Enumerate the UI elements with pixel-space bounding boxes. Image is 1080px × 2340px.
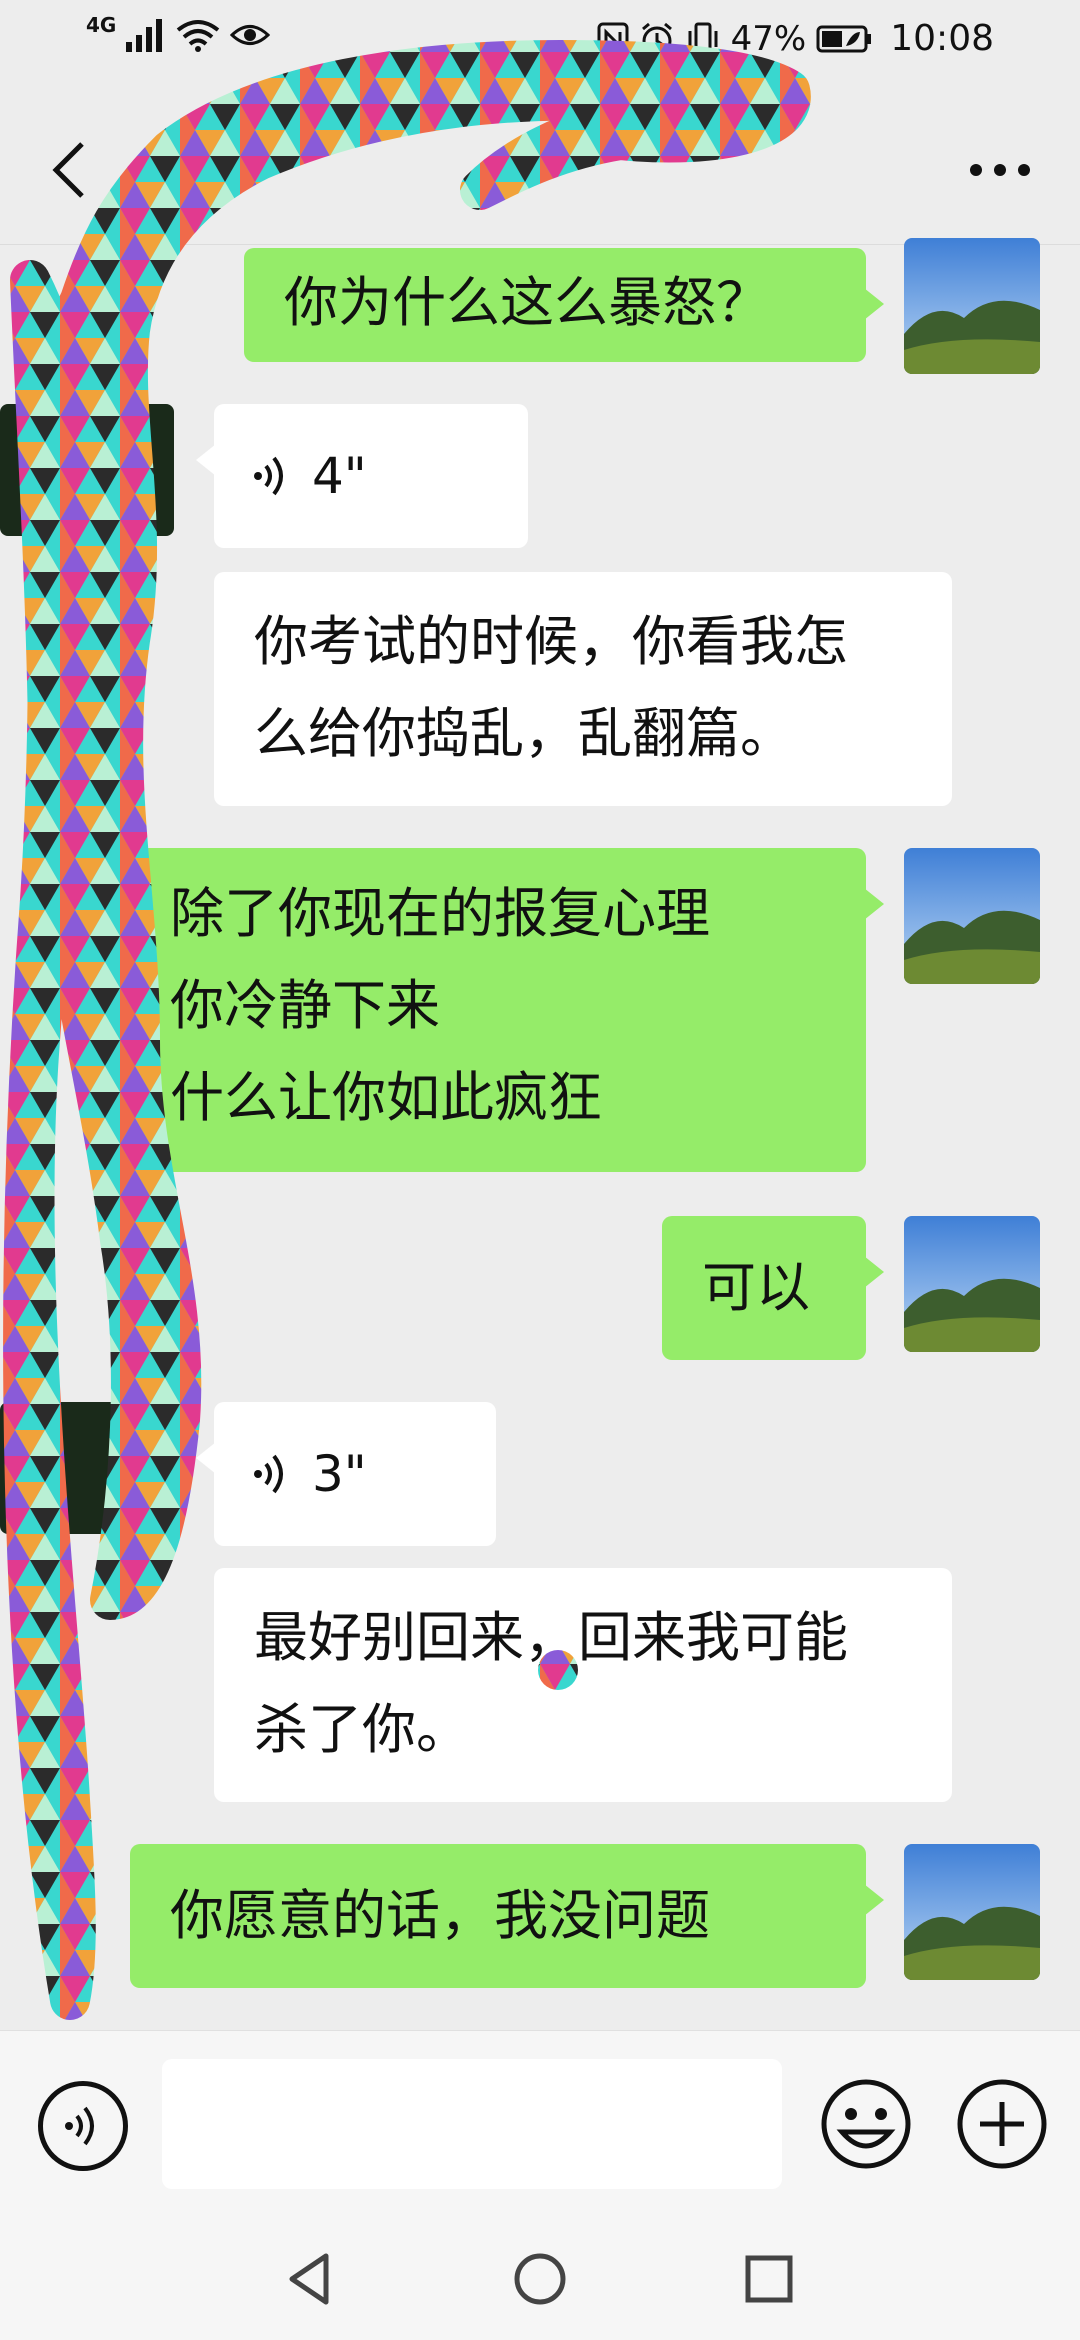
battery-icon [816, 25, 872, 52]
avatar-self[interactable] [904, 1844, 1040, 1980]
nav-recents-button[interactable] [734, 2244, 804, 2314]
status-left: 4G [86, 13, 271, 52]
signal-icon [126, 19, 163, 52]
battery-percent: 47% [730, 18, 807, 59]
vibrate-icon [688, 22, 718, 55]
message-text: 你愿意的话，我没问题 [170, 1884, 710, 1947]
message-line: 什么让你如此疯狂 [170, 1066, 602, 1129]
message-bubble-sent[interactable]: 除了你现在的报复心理 你冷静下来 什么让你如此疯狂 [130, 848, 884, 1172]
triangle-back-icon [289, 2253, 329, 2305]
system-nav-bar [0, 2220, 1080, 2340]
back-button[interactable] [38, 130, 98, 210]
plus-icon [957, 2079, 1047, 2169]
emoji-button[interactable] [818, 2076, 914, 2172]
voice-duration: 3" [312, 1445, 367, 1503]
avatar-self[interactable] [904, 848, 1040, 984]
message-bubble-sent[interactable]: 你为什么这么暴怒？ [244, 248, 884, 362]
message-input[interactable] [162, 2059, 782, 2189]
message-text: 可以 [702, 1256, 810, 1319]
message-line: 除了你现在的报复心理 [170, 882, 710, 945]
nfc-icon [597, 22, 629, 55]
nav-home-button[interactable] [505, 2244, 575, 2314]
more-button[interactable] [960, 140, 1040, 200]
voice-wave-icon [254, 1454, 283, 1494]
message-line: 杀了你。 [254, 1698, 470, 1761]
message-line: 么给你捣乱，乱翻篇。 [254, 702, 794, 765]
message-line: 你冷静下来 [170, 974, 440, 1037]
eye-icon [230, 25, 271, 45]
voice-message: 4" [254, 404, 488, 548]
avatar-self[interactable] [904, 238, 1040, 374]
message-bubble-received[interactable]: 最好别回来，回来我可能 杀了你。 [214, 1568, 952, 1802]
message-bubble-sent[interactable]: 你愿意的话，我没问题 [130, 1844, 884, 1988]
ellipsis-icon [970, 164, 1030, 176]
avatar-contact[interactable] [0, 404, 174, 536]
status-right: 47% 10:08 [597, 18, 994, 59]
avatar-landscape-icon [904, 848, 1040, 984]
voice-message: 3" [254, 1402, 456, 1546]
message-bubble-sent[interactable]: 可以 [662, 1216, 884, 1360]
avatar-contact[interactable] [0, 1402, 174, 1534]
message-line: 最好别回来，回来我可能 [254, 1606, 848, 1669]
chat-header [0, 80, 1080, 245]
avatar-landscape-icon [904, 238, 1040, 374]
message-line: 你考试的时候，你看我怎 [254, 610, 848, 673]
voice-input-toggle[interactable] [38, 2081, 128, 2171]
avatar-self[interactable] [904, 1216, 1040, 1352]
message-bubble-received[interactable]: 你考试的时候，你看我怎 么给你捣乱，乱翻篇。 [214, 572, 952, 806]
clock: 10:08 [890, 18, 994, 59]
chevron-left-icon [52, 142, 84, 198]
more-actions-button[interactable] [954, 2076, 1050, 2172]
square-recents-icon [745, 2255, 793, 2303]
alarm-icon [641, 22, 672, 55]
status-bar: 4G 47% 10:08 [0, 0, 1080, 80]
message-text: 你为什么这么暴怒？ [284, 271, 770, 334]
network-type: 4G [86, 13, 117, 37]
avatar-landscape-icon [904, 1844, 1040, 1980]
voice-toggle-icon [65, 2106, 94, 2146]
voice-message-bubble[interactable]: 4" [196, 404, 528, 548]
nav-back-button[interactable] [276, 2244, 346, 2314]
voice-message-bubble[interactable]: 3" [196, 1402, 496, 1546]
wifi-icon [177, 20, 220, 52]
emoji-icon [821, 2079, 911, 2169]
input-bar [0, 2030, 1080, 2220]
chat-screen: 4G 47% 10:08 你为什么这么暴怒？ 4" 你考试的时候，你看我怎 么给… [0, 0, 1080, 2340]
avatar-landscape-icon [904, 1216, 1040, 1352]
circle-home-icon [514, 2253, 566, 2305]
voice-duration: 4" [312, 447, 367, 505]
voice-wave-icon [254, 456, 283, 496]
